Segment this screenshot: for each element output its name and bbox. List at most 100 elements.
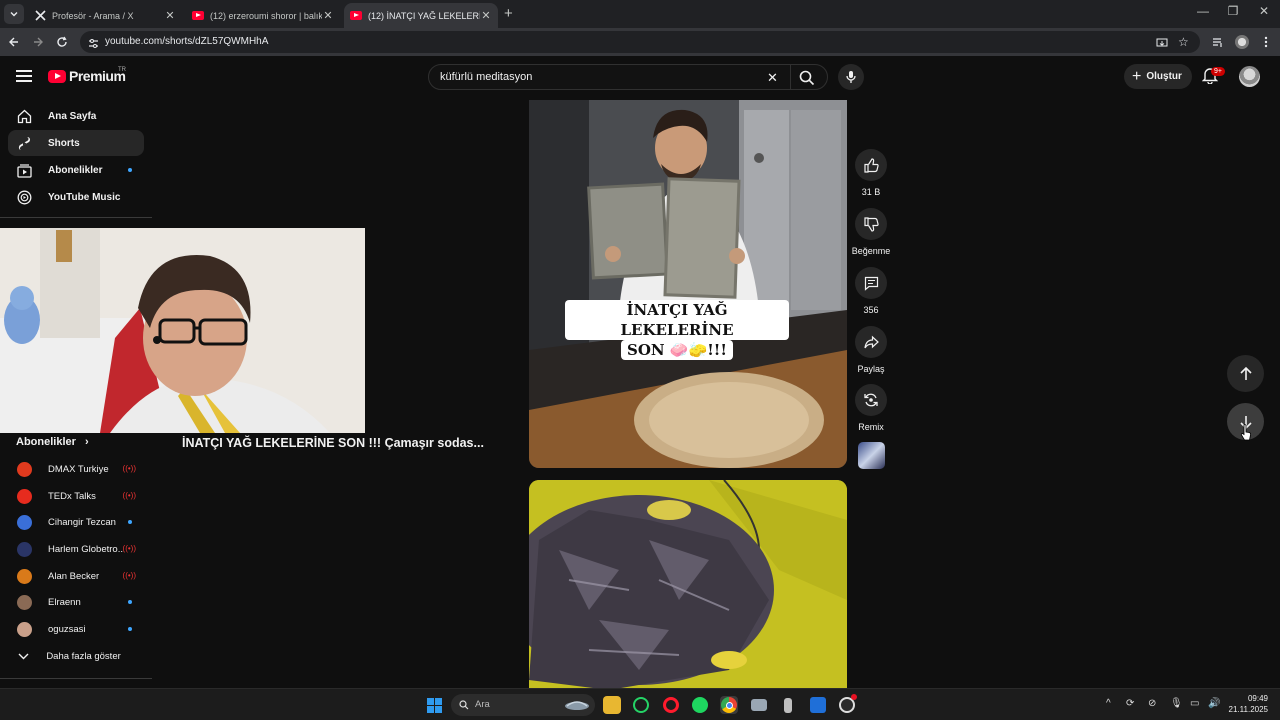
caption-line-1: İNATÇI YAĞ LEKELERİNE xyxy=(565,300,789,340)
subscriptions-heading[interactable]: Abonelikler › xyxy=(16,436,89,448)
share-button[interactable] xyxy=(855,326,887,358)
youtube-premium-logo[interactable]: Premium xyxy=(48,68,126,84)
channel-name: Alan Becker xyxy=(48,570,100,582)
tab-search-button[interactable] xyxy=(4,4,24,24)
search-box[interactable]: küfürlü meditasyon ✕ xyxy=(428,64,828,90)
spotify-app-icon[interactable] xyxy=(691,696,709,714)
tab-media-button[interactable] xyxy=(1210,34,1226,50)
comments-action[interactable]: 356 xyxy=(851,267,891,315)
channel-avatar xyxy=(17,488,32,504)
sidebar-item-subscriptions[interactable]: Abonelikler xyxy=(8,157,144,183)
close-tab-icon[interactable]: ✕ xyxy=(164,9,176,22)
close-tab-icon[interactable]: ✕ xyxy=(322,9,334,22)
create-label: Oluştur xyxy=(1146,71,1182,82)
short-video-player[interactable]: İNATÇI YAĞ LEKELERİNE SON 🧼🧽!!! xyxy=(529,100,847,468)
comment-count: 356 xyxy=(863,305,879,315)
camera-app-icon[interactable] xyxy=(750,696,768,714)
subscription-item[interactable]: TEDx Talks ((•)) xyxy=(8,483,144,509)
previous-short-button[interactable] xyxy=(1227,355,1264,392)
subscription-item[interactable]: Elraenn xyxy=(8,589,144,615)
volume-tray-icon[interactable]: 🔊 xyxy=(1208,698,1220,709)
network-tray-icon[interactable]: ⊘ xyxy=(1148,698,1156,709)
menu-icon[interactable] xyxy=(16,70,32,82)
tab-youtube-1[interactable]: (12) erzeroumi shoror | balıkesir ✕ xyxy=(186,3,340,28)
tab-youtube-active[interactable]: (12) İNATÇI YAĞ LEKELERİNE SON ✕ xyxy=(344,3,498,28)
new-tab-button[interactable]: + xyxy=(504,5,513,22)
reload-icon xyxy=(57,36,67,47)
channel-name: Elraenn xyxy=(48,596,81,608)
close-tab-icon[interactable]: ✕ xyxy=(480,9,492,22)
account-avatar[interactable] xyxy=(1239,66,1260,87)
install-app-icon[interactable] xyxy=(1156,36,1168,54)
url-text: youtube.com/shorts/dZL57QWMHhA xyxy=(105,36,269,47)
browser-menu-button[interactable] xyxy=(1258,34,1274,50)
new-content-dot xyxy=(128,600,132,604)
show-hidden-icons[interactable]: ^ xyxy=(1106,698,1111,709)
plus-icon: + xyxy=(1132,67,1142,85)
minimize-window-button[interactable]: — xyxy=(1188,4,1218,18)
subscription-item[interactable]: oguzsasi xyxy=(8,616,144,642)
edge-app-icon[interactable] xyxy=(809,696,827,714)
channel-avatar xyxy=(17,461,32,477)
file-explorer-app-icon[interactable] xyxy=(603,696,621,714)
close-window-button[interactable]: ✕ xyxy=(1249,4,1279,18)
sidebar-item-label: Ana Sayfa xyxy=(48,110,97,122)
reload-button[interactable] xyxy=(54,34,70,50)
address-bar[interactable]: youtube.com/shorts/dZL57QWMHhA ☆ xyxy=(80,31,1200,53)
webcam-image xyxy=(0,228,365,433)
chrome-app-icon[interactable] xyxy=(720,696,738,714)
search-button[interactable] xyxy=(799,70,815,86)
subscription-item[interactable]: Alan Becker ((•)) xyxy=(8,563,144,589)
youtube-music-icon xyxy=(16,189,32,205)
start-button[interactable] xyxy=(425,696,443,714)
search-divider xyxy=(790,65,791,89)
like-action[interactable]: 31 B xyxy=(851,149,891,197)
video-frame xyxy=(529,480,847,690)
next-short-preview[interactable] xyxy=(529,480,847,690)
steam-app-icon[interactable] xyxy=(838,694,857,714)
live-indicator-icon: ((•)) xyxy=(122,491,136,500)
subscription-item[interactable]: Harlem Globetro... ((•)) xyxy=(8,536,144,562)
clear-search-icon[interactable]: ✕ xyxy=(767,70,778,86)
screen: Profesör - Arama / X ✕ (12) erzeroumi sh… xyxy=(0,0,1280,720)
create-button[interactable]: + Oluştur xyxy=(1124,64,1192,89)
show-more-label: Daha fazla göster xyxy=(46,650,121,662)
show-more-button[interactable]: Daha fazla göster xyxy=(8,643,144,669)
site-info-icon[interactable] xyxy=(88,36,99,54)
restore-window-button[interactable]: ❐ xyxy=(1218,4,1248,18)
taskbar-search-placeholder: Ara xyxy=(475,699,490,710)
new-content-dot xyxy=(128,520,132,524)
opera-app-icon[interactable] xyxy=(662,696,680,714)
comments-button[interactable] xyxy=(855,267,887,299)
system-clock[interactable]: 09:49 21.11.2025 xyxy=(1229,693,1268,715)
dislike-button[interactable] xyxy=(855,208,887,240)
channel-name: DMAX Turkiye xyxy=(48,463,109,475)
sidebar-item-youtube-music[interactable]: YouTube Music xyxy=(8,184,144,210)
back-button[interactable] xyxy=(6,34,22,50)
subscription-item[interactable]: DMAX Turkiye ((•)) xyxy=(8,456,144,482)
microphone-app-icon[interactable] xyxy=(779,696,797,714)
like-button[interactable] xyxy=(855,149,887,181)
dislike-action[interactable]: Beğenme xyxy=(851,208,891,256)
browser-toolbar: youtube.com/shorts/dZL57QWMHhA ☆ xyxy=(0,28,1280,56)
search-input[interactable]: küfürlü meditasyon xyxy=(440,71,532,83)
sidebar-item-home[interactable]: Ana Sayfa xyxy=(8,103,144,129)
whatsapp-app-icon[interactable] xyxy=(632,696,650,714)
audio-track-thumbnail[interactable] xyxy=(858,442,885,469)
remix-button[interactable] xyxy=(855,384,887,416)
sync-tray-icon[interactable]: ⟳ xyxy=(1126,698,1134,709)
subscription-item[interactable]: Cihangir Tezcan xyxy=(8,509,144,535)
profile-button[interactable] xyxy=(1234,34,1250,50)
forward-button[interactable] xyxy=(30,34,46,50)
display-tray-icon[interactable]: ▭ xyxy=(1190,698,1199,709)
share-action[interactable]: Paylaş xyxy=(851,326,891,374)
taskbar-search-box[interactable]: Ara xyxy=(451,694,595,716)
bookmark-star-icon[interactable]: ☆ xyxy=(1178,35,1189,49)
sidebar-item-shorts[interactable]: Shorts xyxy=(8,130,144,156)
voice-search-button[interactable] xyxy=(838,64,864,90)
tab-x-search[interactable]: Profesör - Arama / X ✕ xyxy=(28,3,182,28)
channel-name: TEDx Talks xyxy=(48,490,96,502)
microphone-tray-icon[interactable]: 🎙 xyxy=(1170,698,1183,709)
remix-action[interactable]: Remix xyxy=(851,384,891,432)
short-video-title[interactable]: İNATÇI YAĞ LEKELERİNE SON !!! Çamaşır so… xyxy=(182,436,484,450)
